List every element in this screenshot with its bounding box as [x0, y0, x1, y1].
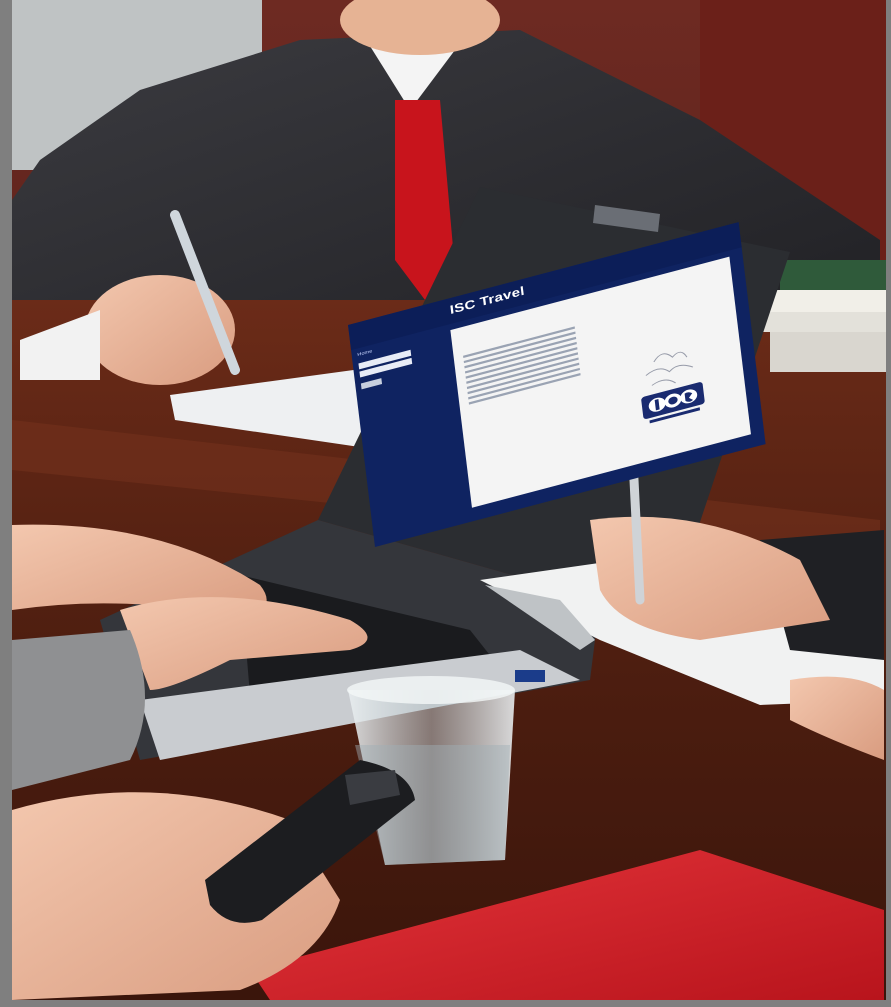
content-text-block: [463, 323, 581, 407]
isc-logo-icon: [641, 351, 705, 424]
photo-scene: ISC Travel Home: [0, 0, 891, 1007]
login-button[interactable]: [360, 378, 383, 390]
hand-with-pen: [85, 275, 235, 385]
